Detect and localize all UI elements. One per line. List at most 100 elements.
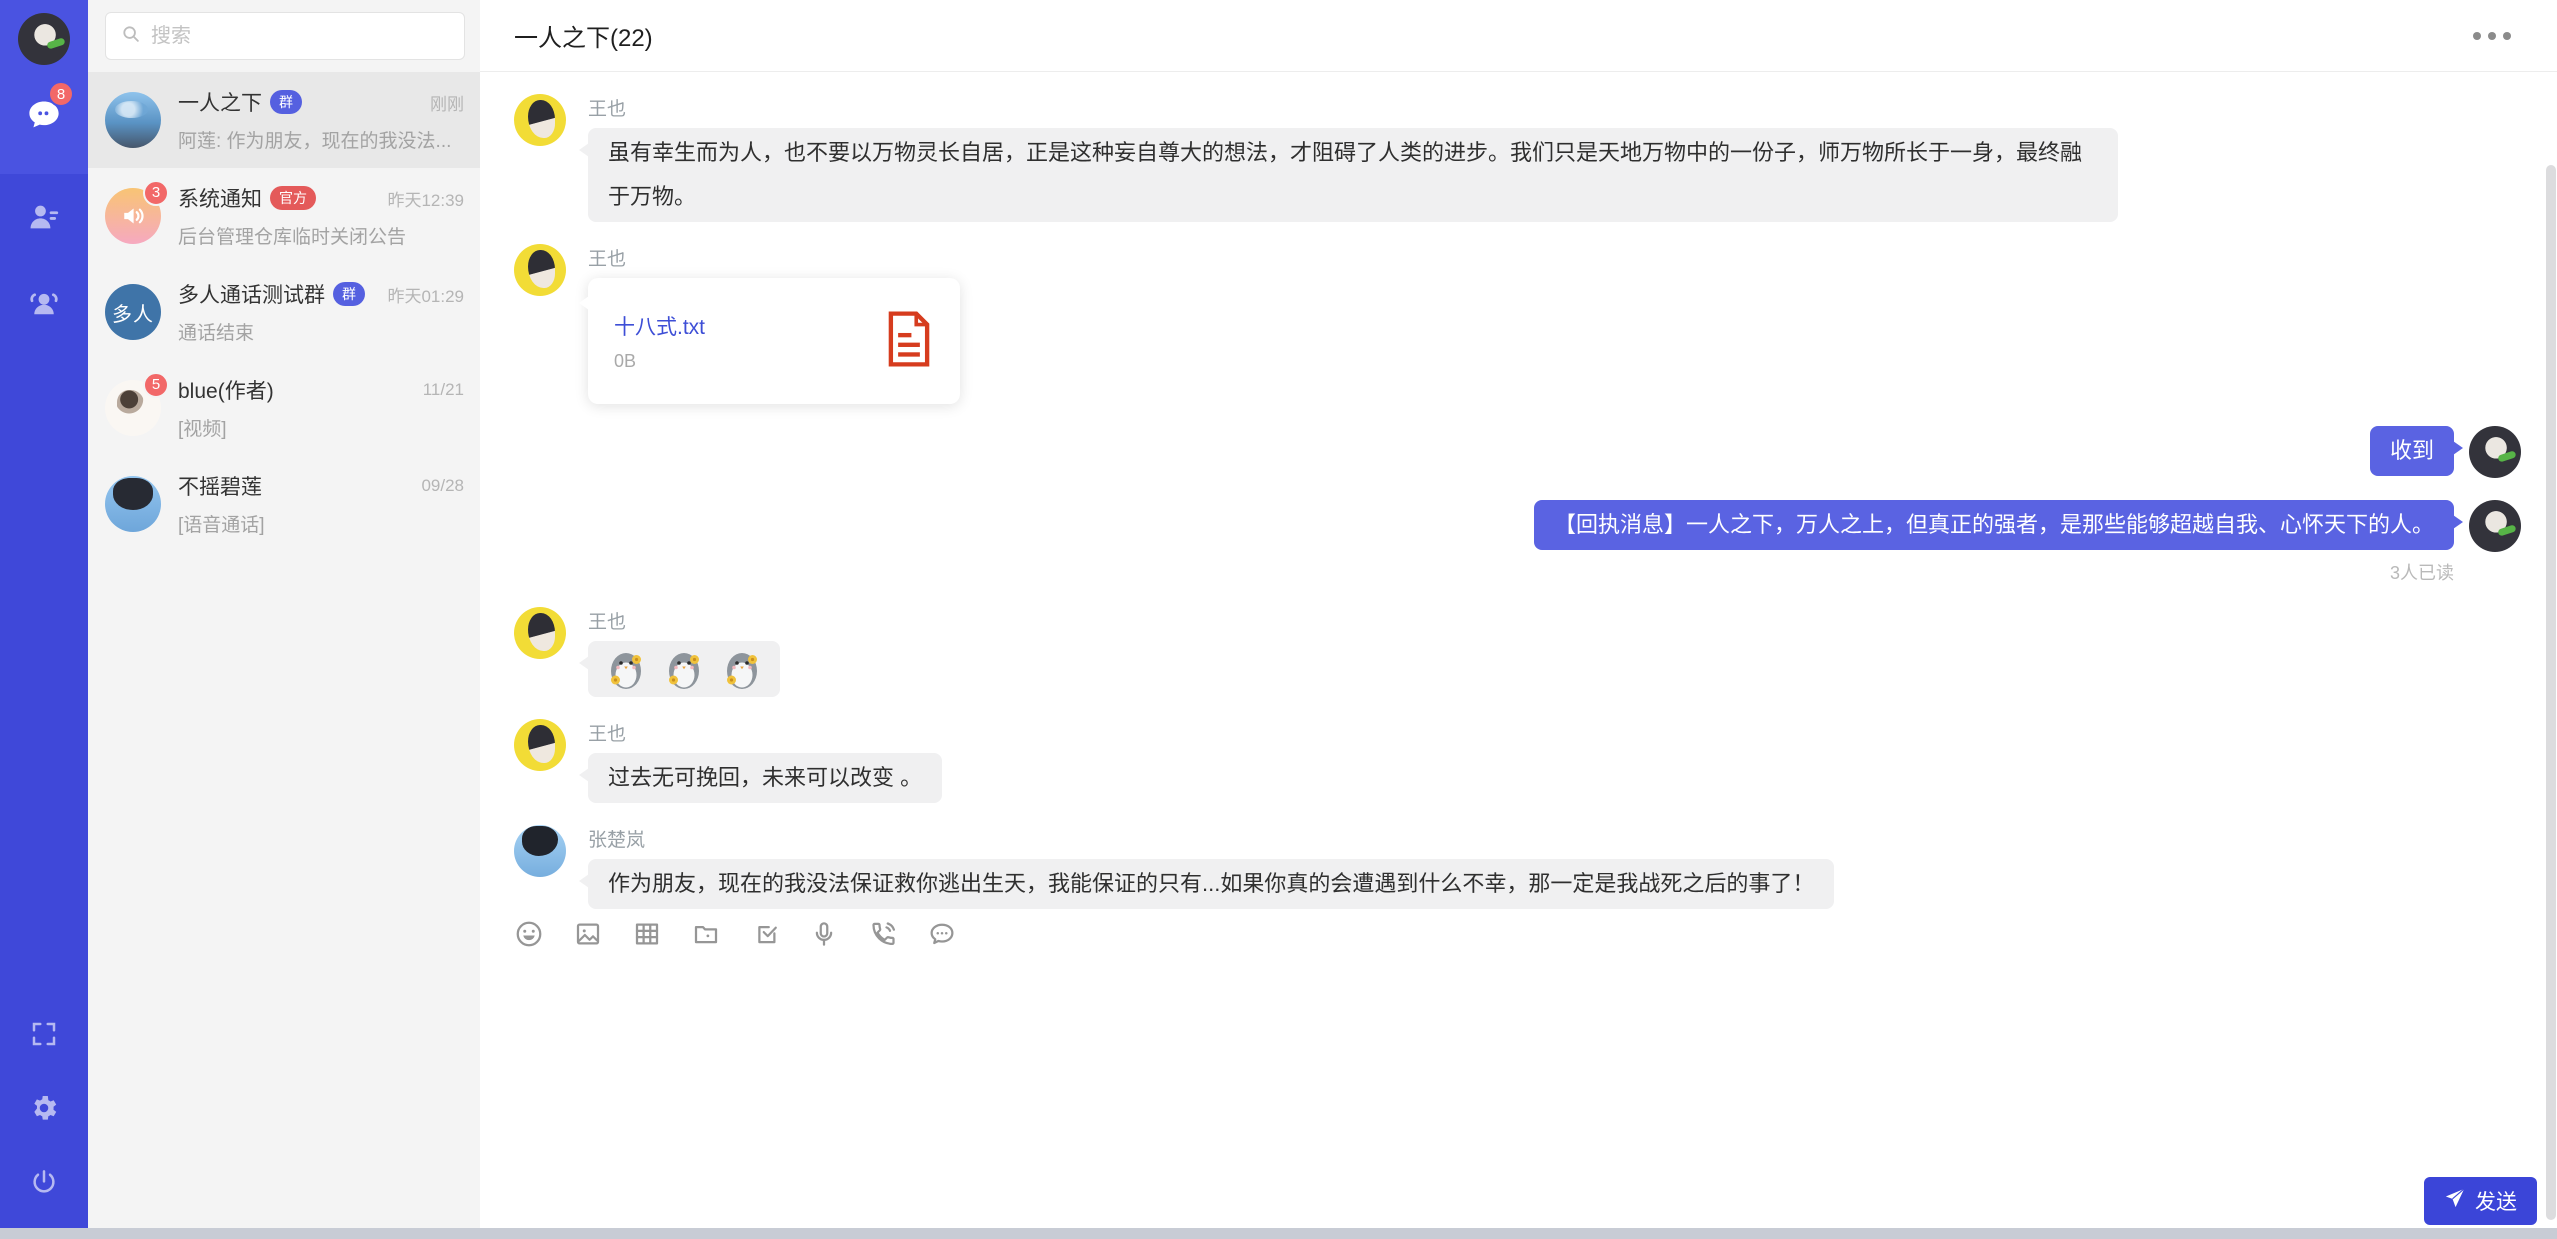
chat-items: 一人之下 群 刚刚 阿莲: 作为朋友，现在的我没法... 3 系统通知 官方 昨… <box>88 72 480 1239</box>
chat-name: 系统通知 <box>178 183 262 213</box>
chat-name: 不摇碧莲 <box>178 471 262 501</box>
message-avatar[interactable] <box>514 719 566 771</box>
chat-item-body: 系统通知 官方 昨天12:39 后台管理仓库临时关闭公告 <box>178 183 464 249</box>
phone-icon <box>868 919 898 954</box>
message-body: 王也过去无可挽回，未来可以改变 。 <box>588 719 942 803</box>
settings-button[interactable] <box>29 1095 59 1125</box>
message-list: 王也虽有幸生而为人，也不要以万物灵长自居，正是这种妄自尊大的想法，才阻碍了人类的… <box>480 72 2557 911</box>
penguin-sticker[interactable] <box>660 645 708 693</box>
chat-list-item[interactable]: 多人 多人通话测试群 群 昨天01:29 通话结束 <box>88 264 480 360</box>
message-body: 张楚岚作为朋友，现在的我没法保证救你逃出生天，我能保证的只有...如果你真的会遭… <box>588 825 1834 909</box>
message-body: 收到 <box>2370 426 2454 478</box>
chat-name: blue(作者) <box>178 375 274 405</box>
message-bubble[interactable]: 收到 <box>2370 426 2454 476</box>
file-size: 0B <box>614 351 884 372</box>
emoji-icon <box>514 919 544 954</box>
chat-item-body: 不摇碧莲 09/28 [语音通话] <box>178 471 464 537</box>
power-button[interactable] <box>29 1169 59 1199</box>
send-button-label: 发送 <box>2475 1186 2517 1216</box>
sidebar: 8 <box>0 0 88 1239</box>
message-body: 王也 十八式.txt 0B <box>588 244 960 404</box>
read-receipt: 3人已读 <box>2390 559 2454 585</box>
chat-unread-badge: 8 <box>48 81 74 107</box>
search-box[interactable] <box>105 12 465 60</box>
sticker-gallery-button[interactable] <box>632 921 662 951</box>
chat-time: 刚刚 <box>430 90 464 115</box>
message-row: 收到 <box>514 426 2521 478</box>
chat-item-body: 一人之下 群 刚刚 阿莲: 作为朋友，现在的我没法... <box>178 87 464 153</box>
chat-avatar: 多人 <box>105 284 161 340</box>
chat-list-item[interactable]: 5 blue(作者) 11/21 [视频] <box>88 360 480 456</box>
chat-list-panel: 一人之下 群 刚刚 阿莲: 作为朋友，现在的我没法... 3 系统通知 官方 昨… <box>88 0 480 1239</box>
message-input[interactable] <box>514 959 2523 1169</box>
chat-preview: 后台管理仓库临时关闭公告 <box>178 222 464 249</box>
user-avatar[interactable] <box>18 13 70 65</box>
message-row: 【回执消息】一人之下，万人之上，但真正的强者，是那些能够超越自我、心怀天下的人。… <box>514 500 2521 585</box>
message-bubble[interactable]: 虽有幸生而为人，也不要以万物灵长自居，正是这种妄自尊大的想法，才阻碍了人类的进步… <box>588 128 2118 222</box>
penguin-sticker[interactable] <box>718 645 766 693</box>
send-button[interactable]: 发送 <box>2424 1177 2537 1225</box>
message-row: 王也虽有幸生而为人，也不要以万物灵长自居，正是这种妄自尊大的想法，才阻碍了人类的… <box>514 94 2521 222</box>
chat-list-item[interactable]: 一人之下 群 刚刚 阿莲: 作为朋友，现在的我没法... <box>88 72 480 168</box>
sidebar-top: 8 <box>0 0 88 174</box>
unread-count-badge: 5 <box>143 372 169 398</box>
chat-list-item[interactable]: 3 系统通知 官方 昨天12:39 后台管理仓库临时关闭公告 <box>88 168 480 264</box>
chat-list-item[interactable]: 不摇碧莲 09/28 [语音通话] <box>88 456 480 552</box>
nav-contacts[interactable] <box>0 174 88 260</box>
message-avatar[interactable] <box>514 825 566 877</box>
message-avatar[interactable] <box>2469 500 2521 552</box>
unread-count-badge: 3 <box>143 180 169 206</box>
image-button[interactable] <box>573 921 603 951</box>
message-avatar[interactable] <box>2469 426 2521 478</box>
emoji-button[interactable] <box>514 921 544 951</box>
mic-button[interactable] <box>809 921 839 951</box>
file-name[interactable]: 十八式.txt <box>614 311 884 341</box>
sender-name: 王也 <box>588 244 960 271</box>
search-input[interactable] <box>151 25 450 48</box>
app-window: 8 一人之下 群 <box>0 0 2557 1239</box>
composer-toolbar <box>480 911 2557 951</box>
chat-history-icon <box>927 919 957 954</box>
vertical-scrollbar[interactable] <box>2546 165 2556 1220</box>
message-avatar[interactable] <box>514 244 566 296</box>
chat-avatar <box>105 476 161 532</box>
nav-groups[interactable] <box>0 260 88 346</box>
chat-main: 一人之下(22) 王也虽有幸生而为人，也不要以万物灵长自居，正是这种妄自尊大的想… <box>480 0 2557 1239</box>
chat-type-badge: 群 <box>333 282 365 306</box>
power-icon <box>29 1167 59 1202</box>
chat-type-badge: 群 <box>270 90 302 114</box>
chat-header: 一人之下(22) <box>480 0 2557 72</box>
message-row: 王也 <box>514 607 2521 697</box>
penguin-sticker[interactable] <box>602 645 650 693</box>
screenshot-button[interactable] <box>750 921 780 951</box>
message-avatar[interactable] <box>514 94 566 146</box>
message-body: 王也虽有幸生而为人，也不要以万物灵长自居，正是这种妄自尊大的想法，才阻碍了人类的… <box>588 94 2118 222</box>
file-document-icon <box>884 310 934 373</box>
screenshot-icon <box>750 919 780 954</box>
sender-name: 王也 <box>588 607 780 634</box>
contact-icon <box>27 200 61 234</box>
folder-button[interactable] <box>691 921 721 951</box>
chat-time: 09/28 <box>421 476 464 496</box>
chat-time: 11/21 <box>423 380 464 400</box>
message-bubble[interactable]: 作为朋友，现在的我没法保证救你逃出生天，我能保证的只有...如果你真的会遭遇到什… <box>588 859 1834 909</box>
chat-avatar <box>105 92 161 148</box>
chat-preview: [视频] <box>178 414 464 441</box>
message-bubble[interactable]: 过去无可挽回，未来可以改变 。 <box>588 753 942 803</box>
message-bubble[interactable]: 【回执消息】一人之下，万人之上，但真正的强者，是那些能够超越自我、心怀天下的人。 <box>1534 500 2454 550</box>
more-options-button[interactable] <box>2467 26 2517 46</box>
chat-time: 昨天01:29 <box>387 282 464 307</box>
horizontal-scrollbar[interactable] <box>0 1228 2557 1239</box>
phone-button[interactable] <box>868 921 898 951</box>
chat-avatar: 3 <box>105 188 161 244</box>
nav-chat[interactable]: 8 <box>0 65 88 165</box>
fullscreen-button[interactable] <box>29 1021 59 1051</box>
message-avatar[interactable] <box>514 607 566 659</box>
file-message-card[interactable]: 十八式.txt 0B <box>588 278 960 404</box>
chat-history-button[interactable] <box>927 921 957 951</box>
sender-name: 王也 <box>588 94 2118 121</box>
chat-preview: 通话结束 <box>178 318 464 345</box>
sticker-message-bubble[interactable] <box>588 641 780 697</box>
folder-icon <box>691 919 721 954</box>
chat-type-badge: 官方 <box>270 186 316 210</box>
